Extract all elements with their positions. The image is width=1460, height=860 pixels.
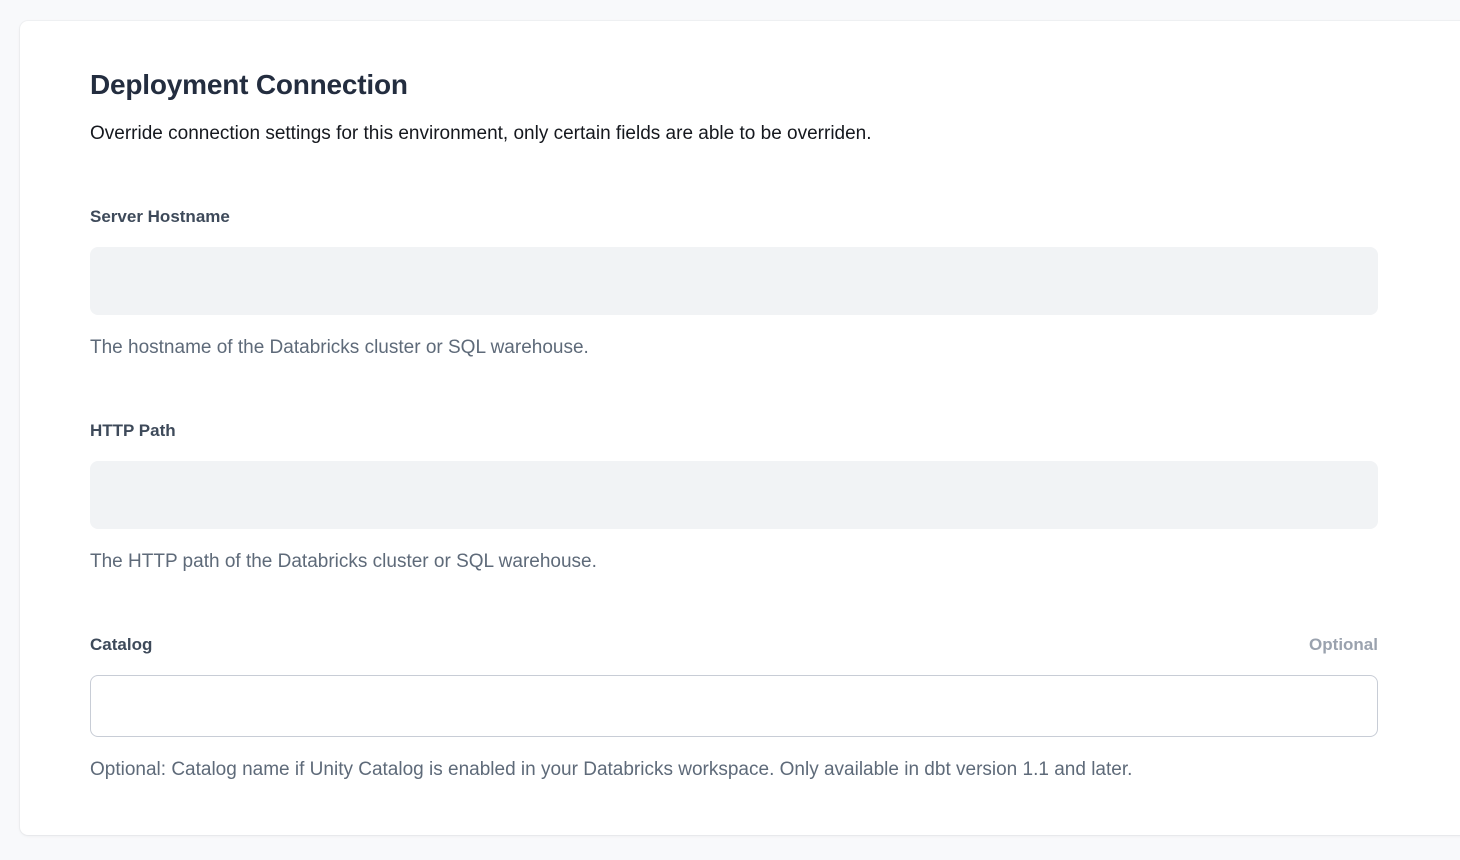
card-content: Deployment Connection Override connectio…	[90, 67, 1378, 783]
server-hostname-help: The hostname of the Databricks cluster o…	[90, 335, 1378, 361]
server-hostname-input	[90, 247, 1378, 315]
catalog-optional-tag: Optional	[1309, 633, 1378, 657]
field-catalog: Catalog Optional Optional: Catalog name …	[90, 633, 1378, 783]
deployment-connection-card: Deployment Connection Override connectio…	[20, 21, 1460, 835]
http-path-input	[90, 461, 1378, 529]
page-subtitle: Override connection settings for this en…	[90, 121, 1378, 147]
field-http-path: HTTP Path The HTTP path of the Databrick…	[90, 419, 1378, 575]
field-server-hostname: Server Hostname The hostname of the Data…	[90, 205, 1378, 361]
catalog-help: Optional: Catalog name if Unity Catalog …	[90, 757, 1378, 783]
page-title: Deployment Connection	[90, 67, 1378, 103]
catalog-label: Catalog	[90, 633, 152, 657]
label-row: HTTP Path	[90, 419, 1378, 443]
server-hostname-label: Server Hostname	[90, 205, 230, 229]
http-path-help: The HTTP path of the Databricks cluster …	[90, 549, 1378, 575]
http-path-label: HTTP Path	[90, 419, 176, 443]
label-row: Server Hostname	[90, 205, 1378, 229]
catalog-input[interactable]	[90, 675, 1378, 737]
label-row: Catalog Optional	[90, 633, 1378, 657]
